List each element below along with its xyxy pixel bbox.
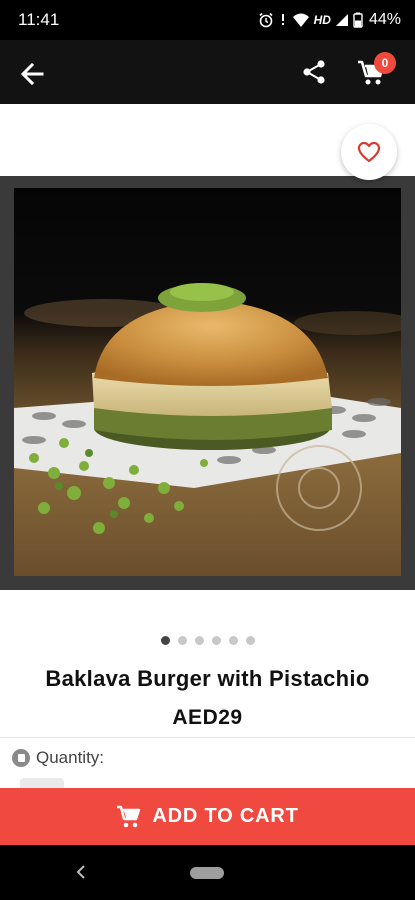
carousel-dot[interactable] bbox=[245, 636, 255, 645]
product-photo bbox=[14, 188, 401, 576]
cart-count-badge: 0 bbox=[374, 52, 396, 74]
favorite-button[interactable] bbox=[341, 124, 397, 180]
carousel-dot[interactable] bbox=[160, 636, 170, 645]
nav-home-pill[interactable] bbox=[190, 867, 224, 879]
add-to-cart-label: ADD TO CART bbox=[152, 805, 299, 827]
carousel-indicator bbox=[0, 636, 415, 645]
add-to-cart-button[interactable]: ADD TO CART bbox=[0, 788, 415, 845]
heart-outline-icon bbox=[357, 141, 381, 163]
system-nav-bar bbox=[0, 845, 415, 900]
alarm-icon bbox=[259, 12, 273, 28]
battery-percent: 44% bbox=[368, 11, 401, 28]
battery-icon bbox=[353, 12, 363, 28]
carousel-dot[interactable] bbox=[177, 636, 187, 645]
quantity-row: Quantity: bbox=[12, 748, 104, 768]
app-bar: 0 bbox=[0, 40, 415, 104]
product-image[interactable] bbox=[14, 188, 401, 576]
nav-back-icon[interactable] bbox=[72, 863, 90, 881]
status-icons: HD 44% bbox=[258, 11, 401, 29]
share-icon[interactable] bbox=[300, 58, 328, 86]
divider bbox=[0, 737, 415, 738]
quantity-label: Quantity: bbox=[36, 748, 105, 767]
carousel-dot[interactable] bbox=[194, 636, 204, 645]
product-price: AED29 bbox=[172, 706, 243, 729]
quantity-icon bbox=[12, 749, 30, 767]
signal-icon bbox=[335, 14, 348, 26]
wifi-icon bbox=[292, 13, 309, 27]
carousel-dot[interactable] bbox=[228, 636, 238, 645]
network-type: HD bbox=[313, 13, 331, 27]
dnd-icon bbox=[281, 14, 284, 25]
carousel-dot[interactable] bbox=[211, 636, 221, 645]
status-time: 11:41 bbox=[18, 10, 60, 29]
status-bar: 11:41 HD 44% bbox=[0, 0, 415, 40]
product-title: Baklava Burger with Pistachio bbox=[45, 666, 370, 691]
arrow-left-icon[interactable] bbox=[18, 60, 46, 88]
cart-icon bbox=[117, 805, 141, 827]
